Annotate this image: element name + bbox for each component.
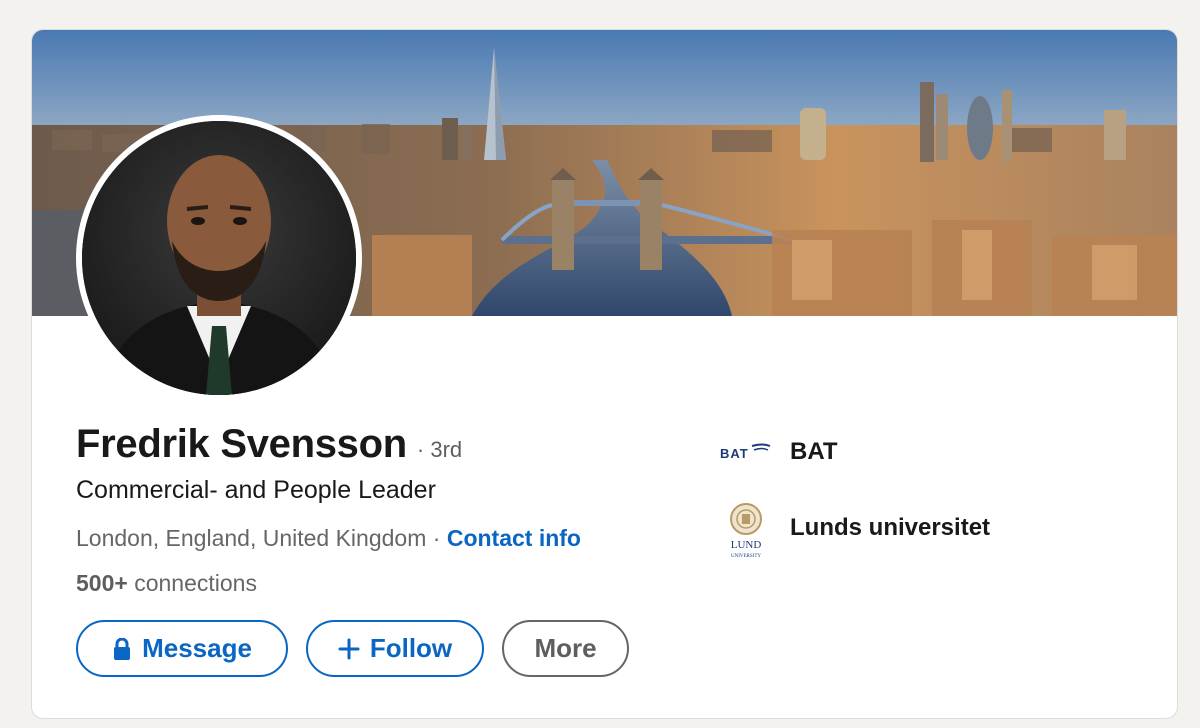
- svg-text:LUND: LUND: [731, 539, 762, 551]
- avatar: [82, 121, 356, 395]
- experience-list: BAT BAT LUND UNIVERSITY Lunds universite…: [720, 430, 990, 590]
- profile-actions: Message Follow More: [76, 620, 629, 677]
- connections-count[interactable]: 500+ connections: [76, 570, 257, 597]
- message-button[interactable]: Message: [76, 620, 288, 677]
- svg-text:BAT: BAT: [720, 446, 749, 461]
- profile-headline: Commercial- and People Leader: [76, 476, 436, 504]
- experience-item-bat[interactable]: BAT BAT: [720, 430, 990, 474]
- contact-info-link[interactable]: Contact info: [447, 525, 581, 551]
- plus-icon: [338, 638, 360, 660]
- svg-text:UNIVERSITY: UNIVERSITY: [731, 554, 761, 559]
- lock-icon: [112, 637, 132, 660]
- more-button[interactable]: More: [502, 620, 629, 677]
- follow-label: Follow: [369, 633, 453, 663]
- lund-university-logo-icon: LUND UNIVERSITY: [720, 502, 772, 562]
- message-label: Message: [142, 633, 252, 663]
- profile-location: London, England, United Kingdom: [76, 525, 427, 551]
- name-row: Fredrik Svensson · 3rd: [76, 422, 462, 467]
- company-name: Lunds universitet: [790, 514, 991, 541]
- profile-photo[interactable]: [76, 115, 362, 401]
- follow-button[interactable]: Follow: [306, 620, 484, 677]
- connections-label: connections: [127, 570, 257, 596]
- separator: ·: [426, 525, 447, 551]
- experience-item-lund[interactable]: LUND UNIVERSITY Lunds universitet: [720, 502, 990, 562]
- bat-logo-icon: BAT: [720, 430, 772, 474]
- connections-number: 500+: [76, 570, 128, 596]
- location-row: London, England, United Kingdom · Contac…: [76, 525, 581, 552]
- profile-card: Fredrik Svensson · 3rd Commercial- and P…: [31, 29, 1178, 719]
- profile-name: Fredrik Svensson: [76, 422, 407, 466]
- company-name: BAT: [790, 438, 838, 465]
- more-label: More: [534, 633, 597, 663]
- connection-degree: · 3rd: [416, 437, 463, 462]
